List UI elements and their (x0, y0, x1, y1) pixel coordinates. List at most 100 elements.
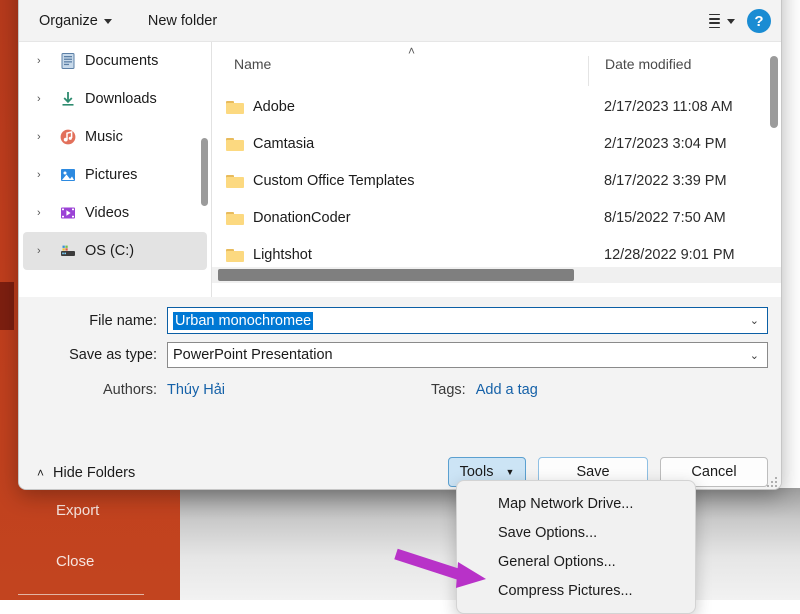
file-name-cell: Adobe (212, 99, 588, 115)
sidebar-item-music[interactable]: › Music (23, 118, 207, 156)
save-as-type-row: Save as type: PowerPoint Presentation ⌄ (19, 342, 781, 368)
horizontal-scrollbar-thumb[interactable] (218, 269, 574, 281)
authors-value[interactable]: Thúy Hải (167, 382, 225, 398)
file-date-cell: 2/17/2023 3:04 PM (604, 135, 727, 152)
column-header-name[interactable]: Name (212, 56, 588, 86)
sidebar-item-label: Videos (85, 205, 130, 221)
chevron-up-icon: ˄ (37, 466, 45, 480)
file-date-cell: 2/17/2023 11:08 AM (604, 98, 733, 115)
sidebar-item-videos[interactable]: › Videos (23, 194, 207, 232)
file-name-selected-text: Urban monochromee (173, 311, 314, 330)
backstage-divider (18, 594, 144, 595)
sidebar-item-downloads[interactable]: › Downloads (23, 80, 207, 118)
file-name-cell: Lightshot (212, 247, 588, 263)
backstage-item-close[interactable]: Close (0, 551, 180, 573)
sidebar-item-label: Documents (85, 53, 159, 69)
backstage-rail-accent (0, 282, 14, 330)
chevron-right-icon[interactable]: › (37, 207, 51, 219)
file-name-cell: DonationCoder (212, 210, 588, 226)
table-row[interactable]: Custom Office Templates 8/17/2022 3:39 P… (212, 162, 781, 199)
sidebar-item-label: Pictures (85, 167, 138, 183)
new-folder-button[interactable]: New folder (138, 8, 227, 34)
authors-label: Authors: (103, 382, 157, 398)
file-name-input[interactable]: Urban monochromee ⌄ (167, 307, 768, 334)
tags-label: Tags: (431, 382, 466, 398)
file-name-label: Adobe (253, 98, 295, 115)
hide-folders-button[interactable]: ˄ Hide Folders (37, 465, 135, 481)
table-row[interactable]: Camtasia 2/17/2023 3:04 PM (212, 125, 781, 162)
chevron-right-icon[interactable]: › (37, 169, 51, 181)
table-row[interactable]: DonationCoder 8/15/2022 7:50 AM (212, 199, 781, 236)
chevron-down-icon[interactable]: ⌄ (750, 314, 759, 327)
chevron-down-icon (103, 18, 112, 24)
folder-icon (226, 174, 244, 188)
folder-icon (226, 137, 244, 151)
table-row[interactable]: Adobe 2/17/2023 11:08 AM (212, 88, 781, 125)
chevron-down-icon[interactable]: ⌄ (750, 349, 759, 362)
chevron-right-icon[interactable]: › (37, 245, 51, 257)
chevron-right-icon[interactable]: › (37, 131, 51, 143)
save-as-type-value: PowerPoint Presentation (173, 347, 333, 363)
folder-icon (226, 100, 244, 114)
chevron-right-icon[interactable]: › (37, 93, 51, 105)
save-as-dialog: Organize New folder ? › Documents › Down… (18, 0, 782, 490)
tools-label: Tools (459, 464, 494, 480)
file-list-horizontal-scrollbar[interactable] (212, 267, 781, 283)
file-name-row: File name: Urban monochromee ⌄ (19, 307, 781, 334)
file-date-cell: 8/15/2022 7:50 AM (604, 209, 726, 226)
sidebar-item-label: OS (C:) (85, 243, 135, 259)
drive-icon (59, 242, 77, 260)
file-name-value: Urban monochromee (168, 311, 314, 330)
file-name-label: Custom Office Templates (253, 172, 415, 189)
menu-item-save-options[interactable]: Save Options... (457, 518, 695, 547)
chevron-down-icon: ▼ (505, 467, 515, 477)
hide-folders-label: Hide Folders (53, 465, 136, 481)
file-date-cell: 12/28/2022 9:01 PM (604, 246, 735, 263)
metadata-row: Authors: Thúy Hải Tags: Add a tag (19, 382, 781, 398)
backstage-item-export[interactable]: Export (0, 500, 180, 522)
documents-icon (59, 52, 77, 70)
annotation-arrow (392, 548, 502, 598)
toolbar-right-group: ? (706, 9, 781, 33)
navigation-scrollbar-thumb[interactable] (201, 138, 208, 206)
view-options-icon[interactable] (706, 11, 723, 32)
save-as-type-label: Save as type: (69, 347, 157, 363)
add-a-tag-link[interactable]: Add a tag (476, 382, 538, 398)
file-date-cell: 8/17/2022 3:39 PM (604, 172, 727, 189)
sidebar-item-os-c[interactable]: › OS (C:) (23, 232, 207, 270)
folder-icon (226, 248, 244, 262)
new-folder-label: New folder (147, 13, 218, 29)
file-list-vertical-scrollbar[interactable] (770, 56, 778, 128)
sidebar-item-pictures[interactable]: › Pictures (23, 156, 207, 194)
chevron-right-icon[interactable]: › (37, 55, 51, 67)
pictures-icon (59, 166, 77, 184)
save-form: File name: Urban monochromee ⌄ Save as t… (19, 297, 781, 409)
navigation-pane: › Documents › Downloads › Music › Pictur… (19, 42, 211, 298)
file-list-pane: ˄ Name Date modified Adobe 2/17/2023 11:… (212, 42, 781, 297)
help-icon[interactable]: ? (747, 9, 771, 33)
sidebar-item-label: Music (85, 129, 123, 145)
resize-grip[interactable] (767, 477, 779, 489)
folder-icon (226, 211, 244, 225)
music-icon (59, 128, 77, 146)
column-headers: Name Date modified (212, 56, 781, 86)
file-name-cell: Custom Office Templates (212, 173, 588, 189)
file-name-label: File name: (89, 312, 157, 329)
menu-item-map-network-drive[interactable]: Map Network Drive... (457, 489, 695, 518)
file-name-label: DonationCoder (253, 209, 351, 226)
chevron-down-icon[interactable] (727, 18, 735, 24)
column-header-date-modified[interactable]: Date modified (588, 56, 781, 86)
file-name-cell: Camtasia (212, 136, 588, 152)
save-as-type-select[interactable]: PowerPoint Presentation ⌄ (167, 342, 768, 368)
save-label: Save (576, 464, 610, 480)
sidebar-item-label: Downloads (85, 91, 157, 107)
file-name-label: Lightshot (253, 246, 312, 263)
sidebar-item-documents[interactable]: › Documents (23, 42, 207, 80)
videos-icon (59, 204, 77, 222)
file-rows: Adobe 2/17/2023 11:08 AM Camtasia 2/17/2… (212, 88, 781, 273)
cancel-label: Cancel (691, 464, 737, 480)
dialog-toolbar: Organize New folder ? (19, 1, 781, 41)
organize-button[interactable]: Organize (29, 8, 122, 34)
explorer-area: › Documents › Downloads › Music › Pictur… (19, 41, 781, 298)
downloads-icon (59, 90, 77, 108)
